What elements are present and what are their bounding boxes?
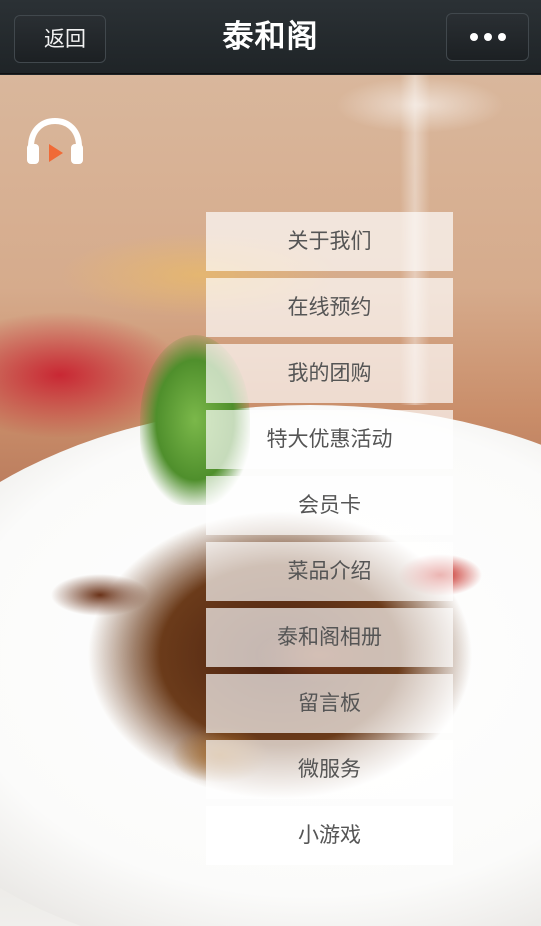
menu-item[interactable]: 在线预约 bbox=[206, 278, 453, 337]
more-dots-icon bbox=[483, 33, 492, 41]
main-menu: 关于我们在线预约我的团购特大优惠活动 会员卡菜品介绍泰和阁相册留言板微服务小游戏 bbox=[206, 212, 453, 872]
menu-item[interactable]: 留言板 bbox=[206, 674, 453, 733]
more-dots-icon bbox=[469, 33, 478, 41]
menu-item[interactable]: 关于我们 bbox=[206, 212, 453, 271]
more-dots-icon bbox=[497, 33, 506, 41]
play-icon bbox=[49, 144, 63, 162]
main-content: 关于我们在线预约我的团购特大优惠活动 会员卡菜品介绍泰和阁相册留言板微服务小游戏 bbox=[0, 75, 541, 926]
menu-item[interactable]: 泰和阁相册 bbox=[206, 608, 453, 667]
menu-item[interactable]: 小游戏 bbox=[206, 806, 453, 865]
more-options-button[interactable] bbox=[446, 13, 529, 61]
menu-item[interactable]: 我的团购 bbox=[206, 344, 453, 403]
menu-item[interactable]: 会员卡 bbox=[206, 476, 453, 535]
menu-item[interactable]: 菜品介绍 bbox=[206, 542, 453, 601]
menu-item[interactable]: 特大优惠活动 bbox=[206, 410, 453, 469]
top-navigation-bar: 返回 泰和阁 bbox=[0, 0, 541, 74]
headphones-icon[interactable] bbox=[24, 117, 86, 167]
menu-item[interactable]: 微服务 bbox=[206, 740, 453, 799]
